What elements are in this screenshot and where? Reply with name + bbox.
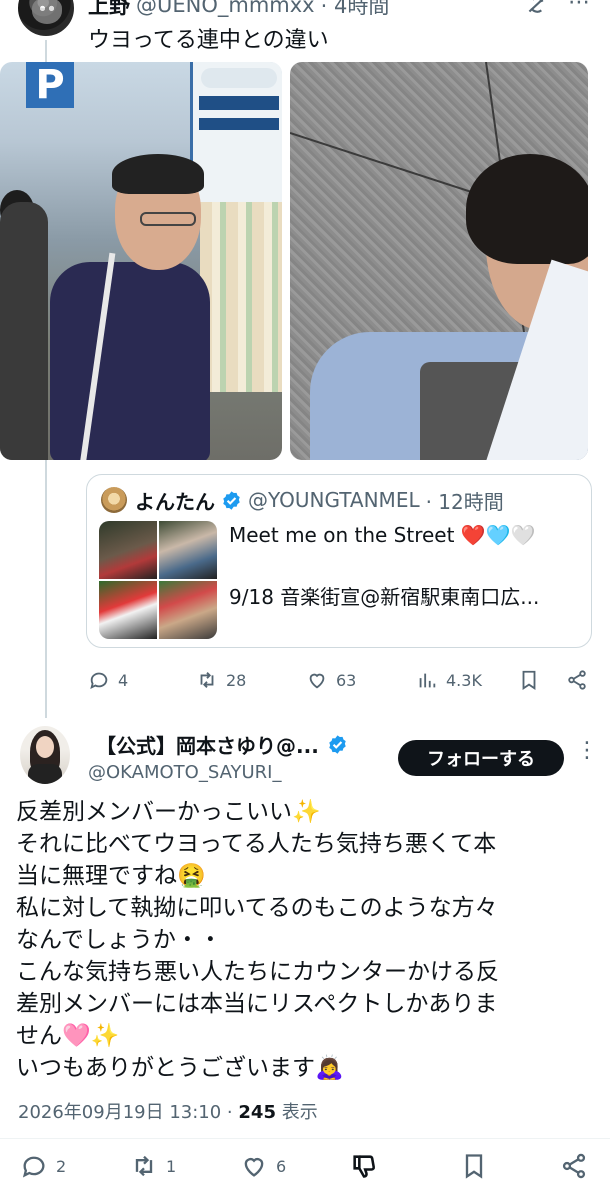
- quoted-media-thumb: [99, 581, 157, 639]
- bookmark-icon: [465, 1154, 483, 1179]
- quoted-author-handle: @YOUNGTANMEL: [248, 488, 420, 512]
- quoted-tweet-time: · 12時間: [425, 489, 504, 514]
- heart-icon: [244, 1158, 264, 1177]
- divider: [0, 1138, 610, 1139]
- repost-button[interactable]: 1: [130, 1150, 176, 1182]
- views-count: 4.3K: [446, 670, 482, 690]
- reply-button[interactable]: 2: [20, 1150, 66, 1182]
- main-tweet-line: なんでしょうか・・: [16, 927, 222, 953]
- verified-badge-icon: [329, 734, 346, 754]
- tweet1-header: 上野 @UENO_mmmxx · 4時間: [88, 0, 389, 18]
- main-tweet-line: こんな気持ち悪い人たちにカウンターかける反: [16, 959, 499, 985]
- repost-count: 28: [226, 670, 247, 690]
- quoted-tweet-text-line2: 9/18 音楽街宣@新宿駅東南口広...: [229, 585, 540, 609]
- tweet1-time[interactable]: · 4時間: [321, 0, 390, 20]
- repost-icon: [135, 1155, 153, 1177]
- main-tweet-line: それに比べてウヨってる人たち気持ち悪くて本: [16, 831, 497, 857]
- repost-button[interactable]: 28: [196, 664, 246, 696]
- quoted-tweet-header: よんたん @YOUNGTANMEL · 12時間: [135, 485, 504, 515]
- share-button[interactable]: [560, 1150, 588, 1182]
- reply-button[interactable]: 4: [88, 664, 128, 696]
- photo-person-glasses: [140, 212, 196, 226]
- share-icon: [568, 670, 586, 690]
- grok-icon[interactable]: [524, 0, 550, 18]
- reply-icon: [22, 1156, 45, 1178]
- heart-icon: [309, 673, 325, 689]
- avatar-okamoto[interactable]: [20, 726, 70, 784]
- photo-person-hair: [112, 154, 204, 194]
- photo-person-hair: [466, 154, 588, 264]
- main-tweet-date[interactable]: 2026年09月19日 13:10 ·: [18, 1102, 238, 1123]
- reply-icon: [90, 672, 108, 690]
- quoted-tweet-media-grid: [99, 521, 217, 639]
- tweet1-text: ウヨってる連中との違い: [88, 28, 329, 53]
- street-map-board: [200, 202, 282, 392]
- repost-count: 1: [166, 1156, 177, 1176]
- main-tweet-action-bar: 2 1 6: [0, 1150, 610, 1194]
- verified-badge-icon: [223, 490, 240, 510]
- quoted-media-thumb: [159, 521, 217, 579]
- main-tweet-author-row: 【公式】岡本さゆり@...: [96, 730, 348, 758]
- follow-button[interactable]: フォローする: [398, 740, 564, 776]
- photo-bystander: [0, 202, 48, 460]
- photo-person-shirt: [50, 262, 210, 460]
- like-count: 63: [336, 670, 357, 690]
- share-icon: [562, 1153, 586, 1179]
- reply-count: 4: [118, 670, 129, 690]
- avatar-ueno[interactable]: [16, 0, 76, 38]
- main-tweet-author-name[interactable]: 【公式】岡本さゆり@...: [96, 730, 319, 759]
- like-button[interactable]: 6: [240, 1150, 286, 1182]
- views-button[interactable]: 4.3K: [416, 664, 482, 696]
- tweet1-author-handle[interactable]: @UENO_mmmxx: [136, 0, 315, 17]
- like-button[interactable]: 63: [306, 664, 356, 696]
- main-tweet-line: 反差別メンバーかっこいい✨: [16, 799, 321, 825]
- repost-icon: [200, 672, 214, 688]
- bookmark-button[interactable]: [518, 664, 540, 696]
- quoted-media-thumb: [159, 581, 217, 639]
- bookmark-icon: [522, 670, 536, 690]
- thumbs-down-icon: [353, 1155, 375, 1178]
- tweet1-photo-left[interactable]: P: [0, 62, 282, 460]
- main-tweet-views-label: 表示: [275, 1102, 318, 1123]
- main-tweet-line: 当に無理ですね🤮: [16, 863, 206, 889]
- parking-sign: P: [26, 62, 74, 108]
- quoted-author-name: よんたん: [135, 489, 215, 514]
- tweet1-author-name[interactable]: 上野: [88, 0, 130, 20]
- tweet1-photo-right[interactable]: [290, 62, 588, 460]
- quoted-author-avatar: [101, 487, 127, 513]
- main-tweet-line: 差別メンバーには本当にリスペクトしかありま: [16, 991, 498, 1017]
- reply-count: 2: [56, 1156, 67, 1176]
- downvote-button[interactable]: [350, 1150, 378, 1182]
- bookmark-button[interactable]: [460, 1150, 488, 1182]
- share-button[interactable]: [566, 664, 588, 696]
- tweet1-action-bar: 4 28 63 4.3K: [88, 664, 596, 696]
- quoted-media-thumb: [99, 521, 157, 579]
- like-count: 6: [276, 1156, 287, 1176]
- main-tweet-line: いつもありがとうございます🙇‍♀️: [16, 1055, 344, 1081]
- main-tweet-line: 私に対して執拗に叩いてるのもこのような方々: [16, 895, 498, 921]
- more-options-icon[interactable]: ⋮: [576, 740, 598, 762]
- main-tweet-views-count: 245: [238, 1102, 276, 1123]
- views-chart-icon: [419, 673, 436, 688]
- more-options-icon[interactable]: ⋯: [568, 0, 591, 15]
- quoted-tweet-card[interactable]: よんたん @YOUNGTANMEL · 12時間 Meet me on the …: [86, 474, 592, 648]
- main-tweet-line: せん🩷✨: [16, 1023, 120, 1049]
- quoted-tweet-text-line1: Meet me on the Street ❤️🩵🤍: [229, 523, 536, 547]
- main-tweet-author-handle[interactable]: @OKAMOTO_SAYURI_: [88, 762, 282, 783]
- main-tweet-text: 反差別メンバーかっこいい✨ それに比べてウヨってる人たち気持ち悪くて本 当に無理…: [16, 796, 596, 1084]
- main-tweet-meta: 2026年09月19日 13:10 · 245 表示: [18, 1098, 318, 1124]
